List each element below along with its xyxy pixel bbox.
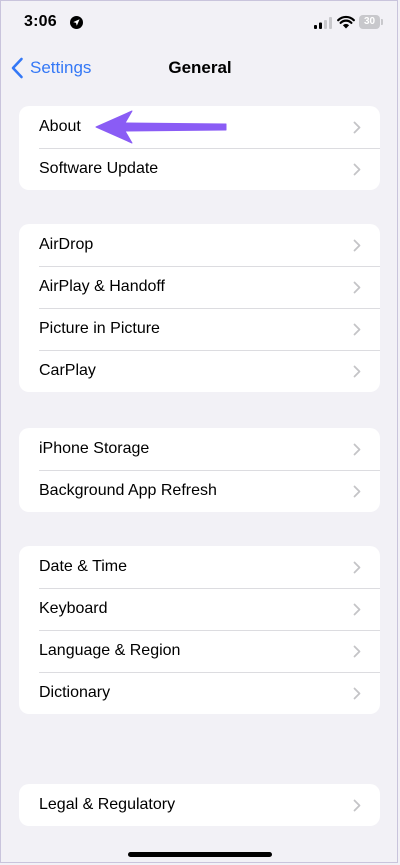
chevron-right-icon <box>353 121 361 134</box>
chevron-left-icon <box>11 57 23 79</box>
settings-group-4: Date & Time Keyboard Language & Region D… <box>19 546 380 714</box>
back-button[interactable]: Settings <box>10 56 91 80</box>
row-legal-regulatory[interactable]: Legal & Regulatory <box>19 784 380 826</box>
chevron-right-icon <box>353 163 361 176</box>
row-label: About <box>39 118 81 135</box>
row-iphone-storage[interactable]: iPhone Storage <box>19 428 380 470</box>
chevron-right-icon <box>353 443 361 456</box>
home-indicator[interactable] <box>128 852 272 857</box>
settings-group-2: AirDrop AirPlay & Handoff Picture in Pic… <box>19 224 380 392</box>
battery-level: 30 <box>363 16 376 27</box>
row-airdrop[interactable]: AirDrop <box>19 224 380 266</box>
settings-group-5: Legal & Regulatory <box>19 784 380 826</box>
row-label: Dictionary <box>39 684 111 701</box>
location-icon <box>70 16 83 29</box>
status-bar: 3:06 30 <box>0 0 400 48</box>
row-label: CarPlay <box>39 362 96 379</box>
row-keyboard[interactable]: Keyboard <box>19 588 380 630</box>
row-carplay[interactable]: CarPlay <box>19 350 380 392</box>
row-label: AirPlay & Handoff <box>39 278 165 295</box>
row-date-time[interactable]: Date & Time <box>19 546 380 588</box>
chevron-right-icon <box>353 687 361 700</box>
back-label: Settings <box>30 58 92 77</box>
chevron-right-icon <box>353 603 361 616</box>
row-dictionary[interactable]: Dictionary <box>19 672 380 714</box>
battery-cap <box>381 19 383 25</box>
chevron-right-icon <box>353 645 361 658</box>
row-picture-in-picture[interactable]: Picture in Picture <box>19 308 380 350</box>
wifi-icon <box>337 15 355 29</box>
chevron-right-icon <box>353 281 361 294</box>
row-label: iPhone Storage <box>39 440 150 457</box>
row-label: Keyboard <box>39 600 108 617</box>
chevron-right-icon <box>353 365 361 378</box>
chevron-right-icon <box>353 561 361 574</box>
row-airplay-handoff[interactable]: AirPlay & Handoff <box>19 266 380 308</box>
row-label: Picture in Picture <box>39 320 160 337</box>
row-label: AirDrop <box>39 236 94 253</box>
row-background-app-refresh[interactable]: Background App Refresh <box>19 470 380 512</box>
status-time: 3:06 <box>24 13 57 30</box>
chevron-right-icon <box>353 799 361 812</box>
chevron-right-icon <box>353 485 361 498</box>
row-label: Software Update <box>39 160 159 177</box>
settings-group-3: iPhone Storage Background App Refresh <box>19 428 380 512</box>
nav-bar: General Settings <box>0 48 400 88</box>
row-software-update[interactable]: Software Update <box>19 148 380 190</box>
chevron-right-icon <box>353 323 361 336</box>
row-language-region[interactable]: Language & Region <box>19 630 380 672</box>
signal-icon <box>314 17 332 29</box>
row-label: Language & Region <box>39 642 181 659</box>
row-label: Legal & Regulatory <box>39 796 176 813</box>
row-label: Background App Refresh <box>39 482 217 499</box>
chevron-right-icon <box>353 239 361 252</box>
row-label: Date & Time <box>39 558 128 575</box>
arrow-annotation <box>95 110 227 144</box>
battery-icon: 30 <box>359 15 383 29</box>
